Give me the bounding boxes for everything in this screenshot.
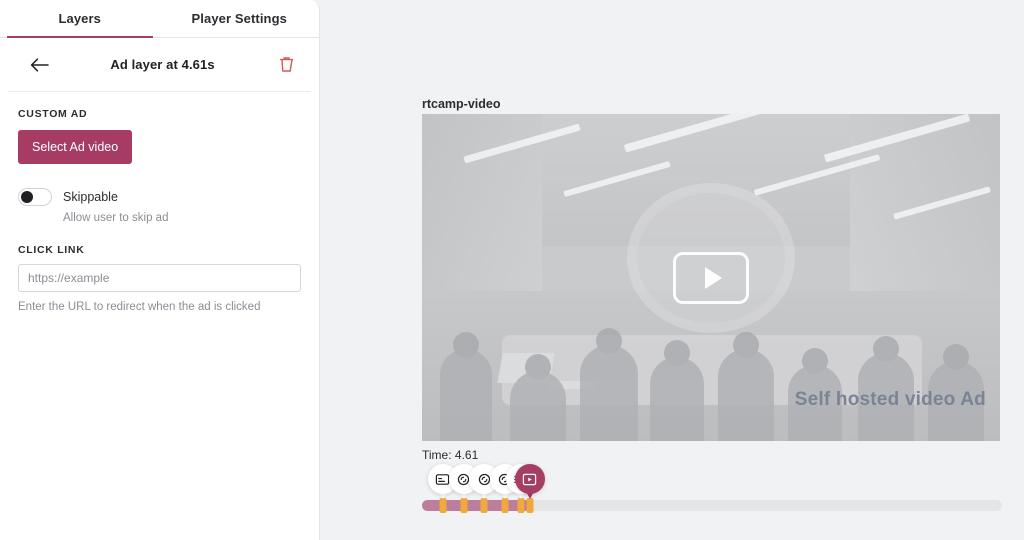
- play-button-icon[interactable]: [673, 252, 749, 304]
- click-link-input[interactable]: [18, 264, 301, 292]
- timeline-marker-ad-video-layer[interactable]: [515, 464, 545, 502]
- select-ad-video-button[interactable]: Select Ad video: [18, 130, 132, 164]
- skippable-row: Skippable: [18, 188, 301, 206]
- tab-player-settings[interactable]: Player Settings: [160, 0, 320, 37]
- click-link-hint: Enter the URL to redirect when the ad is…: [18, 301, 301, 313]
- skippable-help-text: Allow user to skip ad: [63, 212, 301, 224]
- sidebar-panel: Layers Player Settings Ad layer at 4.61s…: [0, 0, 320, 540]
- trash-icon[interactable]: [275, 54, 297, 76]
- layer-title: Ad layer at 4.61s: [60, 57, 265, 72]
- sidebar-tabbar: Layers Player Settings: [0, 0, 319, 38]
- video-title: rtcamp-video: [422, 97, 501, 111]
- back-arrow-icon[interactable]: [28, 54, 50, 76]
- layer-header: Ad layer at 4.61s: [8, 38, 311, 92]
- video-preview[interactable]: Self hosted video Ad: [422, 114, 1000, 441]
- main-area: rtcamp-video: [320, 0, 1024, 540]
- ad-video-layer-icon: [522, 472, 537, 487]
- timeline[interactable]: [422, 500, 1002, 511]
- marker-bubble: [515, 464, 545, 494]
- click-link-block: CLICK LINK Enter the URL to redirect whe…: [18, 244, 301, 313]
- app-root: Layers Player Settings Ad layer at 4.61s…: [0, 0, 1024, 540]
- ad-caption: Self hosted video Ad: [795, 389, 986, 411]
- custom-ad-section-label: CUSTOM AD: [18, 108, 301, 120]
- skippable-toggle-knob: [21, 191, 33, 203]
- skippable-label: Skippable: [63, 190, 118, 204]
- time-label: Time: 4.61: [422, 448, 478, 462]
- tab-player-settings-label: Player Settings: [192, 11, 287, 26]
- sidebar-body: CUSTOM AD Select Ad video Skippable Allo…: [0, 92, 319, 313]
- click-link-section-label: CLICK LINK: [18, 244, 301, 256]
- skippable-toggle[interactable]: [18, 188, 52, 206]
- tab-layers-label: Layers: [58, 11, 101, 26]
- tab-layers[interactable]: Layers: [0, 0, 160, 37]
